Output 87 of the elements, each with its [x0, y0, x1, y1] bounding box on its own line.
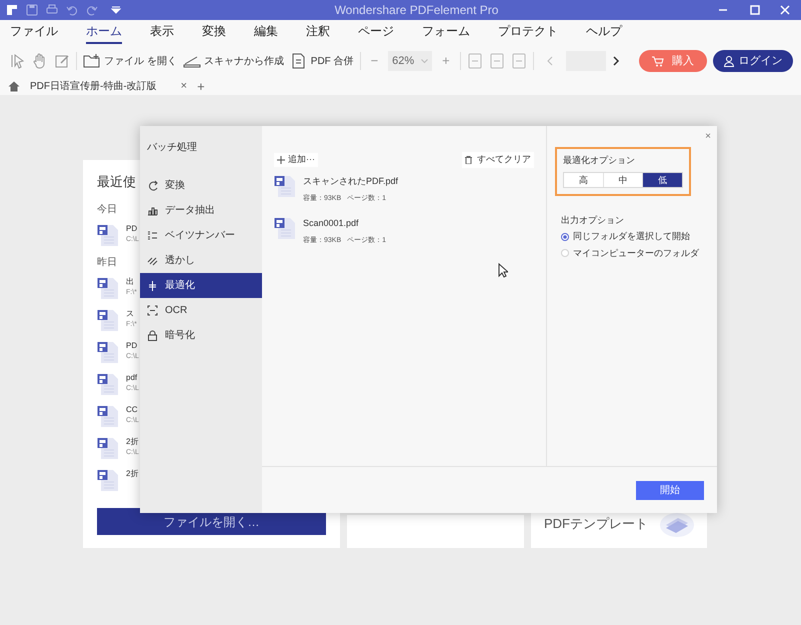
extract-icon	[147, 205, 158, 216]
next-page-icon[interactable]	[612, 56, 620, 66]
menu-tab[interactable]: 表示	[150, 23, 174, 44]
card-title: 最近使	[97, 173, 136, 191]
segment-button[interactable]: 低	[643, 172, 682, 186]
convert-icon	[147, 180, 158, 191]
file-name: スキャンされたPDF.pdf	[303, 175, 398, 188]
user-icon	[724, 56, 734, 66]
pdf-file-icon	[274, 174, 296, 198]
file-name: Scan0001.pdf	[303, 217, 360, 230]
plus-icon	[277, 156, 285, 164]
dialog-title: バッチ処理	[146, 141, 198, 155]
pdf-file-icon	[97, 436, 119, 460]
file-name: CC	[126, 404, 139, 414]
file-name: PD	[126, 340, 138, 350]
section-label: 最適化オプション	[563, 154, 636, 167]
menu-tab[interactable]: ファイル	[10, 23, 58, 44]
trash-icon	[465, 156, 472, 164]
radio-label: 同じフォルダを選択して開始	[573, 230, 690, 243]
section-label: 出力オプション	[561, 214, 625, 226]
pdf-file-icon	[97, 222, 119, 246]
close-button[interactable]: ×	[705, 132, 711, 142]
card-title: PDFテンプレート	[544, 515, 648, 534]
file-name: pdf	[126, 372, 138, 382]
pdf-file-icon	[97, 308, 119, 332]
pdf-file-icon	[97, 340, 119, 364]
cart-icon	[652, 56, 664, 66]
radio-label: マイコンピューターのフォルダ	[573, 246, 699, 260]
pdf-file-icon	[97, 276, 119, 300]
folder-plus-icon	[83, 53, 101, 69]
radio-button[interactable]	[561, 232, 569, 241]
menu-tab[interactable]: ヘルプ	[586, 23, 622, 44]
maximize-icon[interactable]	[749, 4, 761, 16]
pdf-file-icon	[274, 216, 296, 240]
redo-icon[interactable]	[86, 4, 98, 16]
watermark-icon	[147, 255, 158, 266]
zoom-field[interactable]: 62%	[388, 51, 432, 71]
sidebar-item[interactable]: 暗号化	[140, 323, 262, 348]
pdf-file-icon	[97, 468, 119, 492]
home-icon[interactable]	[8, 81, 20, 92]
pdf-file-icon	[97, 372, 119, 396]
file-name: 2折	[126, 436, 139, 446]
sidebar-item[interactable]: データ抽出	[140, 198, 262, 223]
mouse-cursor-icon	[498, 263, 508, 278]
sidebar-item[interactable]: ベイツナンバー	[140, 223, 262, 248]
edit-icon[interactable]	[54, 53, 70, 69]
chevron-down-icon	[421, 58, 428, 64]
open-file-button[interactable]: ファイル を開く	[83, 53, 177, 69]
tab-close-button[interactable]: ×	[180, 78, 188, 95]
window-title: Wondershare PDFelement Pro	[334, 2, 500, 19]
ocr-icon	[147, 305, 158, 316]
undo-icon[interactable]	[66, 4, 78, 16]
menu-tab[interactable]: ページ	[358, 23, 394, 44]
add-button[interactable]: 追加···	[274, 153, 318, 167]
clear-all-button[interactable]: すべてクリア	[462, 152, 534, 168]
sidebar-item[interactable]: 最適化	[140, 273, 262, 298]
print-icon[interactable]	[46, 4, 58, 16]
menu-tab[interactable]: プロテクト	[498, 23, 558, 44]
group-label: 今日	[97, 202, 117, 216]
login-button[interactable]: ログイン	[713, 50, 793, 72]
pdf-file-icon	[97, 404, 119, 428]
sidebar-item[interactable]: 透かし	[140, 248, 262, 273]
save-icon[interactable]	[26, 4, 38, 16]
scan-button[interactable]: スキャナから作成	[182, 53, 284, 69]
select-icon[interactable]	[10, 53, 26, 69]
merge-button[interactable]: PDF 合併	[290, 53, 354, 69]
document-tab[interactable]: PDF日语宣传册-特曲-改訂版	[30, 79, 157, 94]
dropdown-icon[interactable]	[110, 4, 122, 16]
optimize-icon	[147, 280, 158, 291]
sidebar-item[interactable]: 変換	[140, 173, 262, 198]
file-name: 2折	[126, 468, 138, 478]
menu-tab[interactable]: 変換	[202, 23, 226, 44]
menu-tab[interactable]: フォーム	[422, 23, 470, 44]
file-name: 出	[126, 276, 135, 286]
start-button[interactable]: 開始	[636, 480, 704, 500]
close-icon[interactable]	[779, 4, 791, 16]
new-tab-button[interactable]: +	[197, 80, 205, 93]
sidebar-item[interactable]: OCR	[140, 298, 262, 323]
file-name: ス	[126, 308, 135, 318]
group-label: 昨日	[97, 256, 117, 270]
app-logo-icon	[6, 4, 18, 16]
file-name: PD	[126, 222, 138, 234]
prev-page-icon[interactable]	[546, 56, 554, 66]
encrypt-icon	[147, 330, 158, 341]
menu-tab[interactable]: 注釈	[306, 23, 330, 44]
menu-tab[interactable]: 編集	[254, 23, 278, 44]
bates-icon	[147, 230, 158, 241]
